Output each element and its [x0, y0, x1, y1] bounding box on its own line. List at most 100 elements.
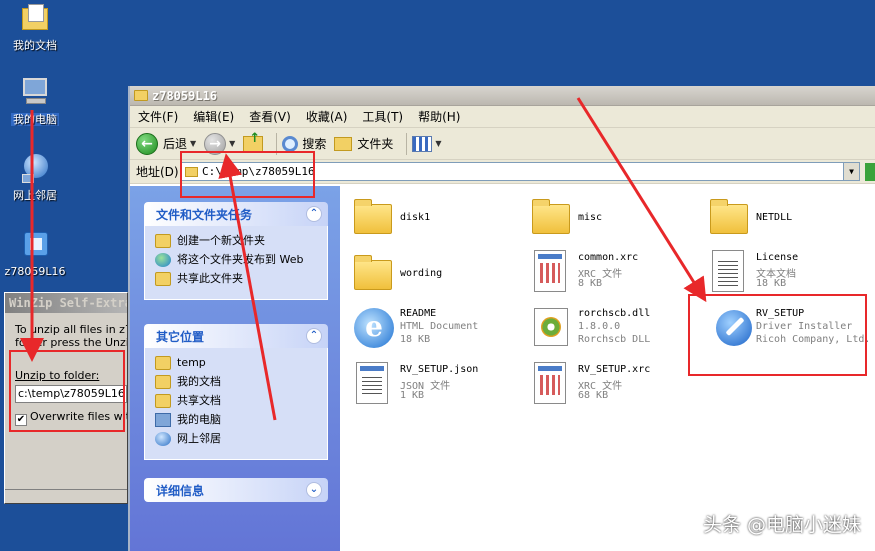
- folder-icon: [710, 199, 748, 234]
- file-name: common.xrc: [578, 252, 639, 263]
- file-item-license[interactable]: License 文本文档 18 KB: [706, 248, 875, 300]
- file-name: RV_SETUP.xrc: [578, 364, 651, 375]
- details-header[interactable]: 详细信息 ⌄: [144, 478, 328, 502]
- desktop-icon-label: 我的文档: [13, 39, 57, 52]
- file-name: rorchscb.dll: [578, 308, 651, 319]
- details-panel: 详细信息 ⌄: [144, 478, 328, 502]
- folder-icon: [354, 199, 392, 234]
- place-label: 网上邻居: [177, 432, 221, 445]
- other-places-body: temp 我的文档 共享文档 我的电脑 网上邻居: [144, 348, 328, 460]
- file-item-readme[interactable]: e README HTML Document 18 KB: [350, 304, 520, 356]
- place-shared-documents[interactable]: 共享文档: [155, 394, 317, 408]
- winzip-text-line-2: folder press the Unzip b: [15, 336, 127, 349]
- winzip-bottom-edge: [5, 489, 127, 501]
- up-folder-button[interactable]: ↑: [243, 131, 264, 152]
- desktop-icon-label: 网上邻居: [13, 189, 57, 202]
- views-grid-icon: [412, 135, 433, 152]
- menu-tools[interactable]: 工具(T): [362, 108, 403, 125]
- place-label: 我的文档: [177, 375, 221, 388]
- search-button[interactable]: 搜索: [282, 135, 326, 152]
- winzip-title: WinZip Self-Extra: [5, 293, 127, 313]
- place-network[interactable]: 网上邻居: [155, 432, 317, 446]
- task-new-folder[interactable]: 创建一个新文件夹: [155, 234, 317, 248]
- details-title: 详细信息: [156, 483, 205, 498]
- highlight-address-bar: [180, 151, 315, 198]
- folders-label: 文件夹: [357, 137, 394, 151]
- chevron-down-icon: ▼: [229, 139, 236, 148]
- collapse-chevron-icon[interactable]: ⌃: [306, 328, 322, 344]
- file-item-wording[interactable]: wording: [350, 254, 520, 306]
- desktop-icon-label: 我的电脑: [11, 113, 59, 126]
- xrc-file-icon: [534, 362, 566, 404]
- chevron-down-icon: ▼: [435, 139, 442, 148]
- file-tasks-header[interactable]: 文件和文件夹任务 ⌃: [144, 202, 328, 226]
- collapse-chevron-icon[interactable]: ⌃: [306, 206, 322, 222]
- file-item-common-xrc[interactable]: common.xrc XRC 文件 8 KB: [528, 248, 698, 300]
- task-share-folder[interactable]: 共享此文件夹: [155, 272, 317, 286]
- search-icon: [282, 135, 299, 152]
- file-item-rv-setup-xrc[interactable]: RV_SETUP.xrc XRC 文件 68 KB: [528, 360, 698, 412]
- new-folder-icon: [155, 234, 171, 248]
- chevron-down-icon[interactable]: ▼: [843, 163, 859, 180]
- place-my-documents[interactable]: 我的文档: [155, 375, 317, 389]
- file-size: 8 KB: [578, 278, 603, 289]
- file-name: NETDLL: [756, 212, 793, 223]
- place-my-computer[interactable]: 我的电脑: [155, 413, 317, 427]
- menu-view[interactable]: 查看(V): [249, 108, 291, 125]
- folder-icon: [532, 199, 570, 234]
- other-places-panel: 其它位置 ⌃ temp 我的文档 共享文档 我的电脑 网上邻居: [144, 324, 328, 460]
- toolbar-separator: [406, 132, 408, 155]
- place-temp[interactable]: temp: [155, 356, 317, 370]
- task-label: 将这个文件夹发布到 Web: [177, 253, 304, 266]
- other-places-header[interactable]: 其它位置 ⌃: [144, 324, 328, 348]
- file-description: Rorchscb DLL: [578, 334, 651, 345]
- desktop-icon-network-places[interactable]: 网上邻居: [0, 152, 70, 202]
- folder-icon: [354, 255, 392, 290]
- task-publish-web[interactable]: 将这个文件夹发布到 Web: [155, 253, 317, 267]
- file-name: RV_SETUP.json: [400, 364, 479, 375]
- installer-package-icon: [18, 228, 52, 262]
- file-item-netdll[interactable]: NETDLL: [706, 198, 875, 250]
- place-label: 我的电脑: [177, 413, 221, 426]
- up-folder-icon: ↑: [243, 131, 264, 152]
- highlight-rv-setup: [688, 294, 867, 376]
- folders-icon: [334, 136, 353, 151]
- menu-help[interactable]: 帮助(H): [418, 108, 460, 125]
- go-arrow-icon[interactable]: [865, 163, 875, 181]
- xrc-file-icon: [534, 250, 566, 292]
- desktop-icon-my-computer[interactable]: 我的电脑: [0, 76, 70, 126]
- title-bar[interactable]: z78059L16: [130, 86, 875, 106]
- desktop-icon-label: z78059L16: [4, 265, 66, 278]
- file-tasks-panel: 文件和文件夹任务 ⌃ 创建一个新文件夹 将这个文件夹发布到 Web 共享此文件夹: [144, 202, 328, 300]
- file-size: 18 KB: [756, 278, 787, 289]
- file-item-rv-setup-json[interactable]: RV_SETUP.json JSON 文件 1 KB: [350, 360, 520, 412]
- menu-file[interactable]: 文件(F): [138, 108, 178, 125]
- file-item-rorchscb-dll[interactable]: rorchscb.dll 1.8.0.0 Rorchscb DLL: [528, 304, 698, 356]
- file-size: 68 KB: [578, 390, 609, 401]
- views-button[interactable]: ▼: [412, 135, 442, 152]
- folders-button[interactable]: 文件夹: [334, 135, 393, 152]
- file-size: 18 KB: [400, 334, 431, 345]
- expand-chevron-icon[interactable]: ⌄: [306, 482, 322, 498]
- task-pane: 文件和文件夹任务 ⌃ 创建一个新文件夹 将这个文件夹发布到 Web 共享此文件夹: [130, 186, 340, 551]
- address-label: 地址(D): [136, 165, 179, 179]
- back-label: 后退: [163, 137, 188, 151]
- task-label: 创建一个新文件夹: [177, 234, 265, 247]
- file-size: 1 KB: [400, 390, 425, 401]
- publish-web-icon: [155, 253, 171, 267]
- file-item-disk1[interactable]: disk1: [350, 198, 520, 250]
- file-name: misc: [578, 212, 603, 223]
- file-tasks-title: 文件和文件夹任务: [156, 207, 253, 222]
- my-documents-icon: [155, 375, 171, 389]
- menu-bar: 文件(F) 编辑(E) 查看(V) 收藏(A) 工具(T) 帮助(H): [130, 106, 875, 128]
- file-type: HTML Document: [400, 321, 479, 332]
- desktop-icon-installer[interactable]: z78059L16: [0, 228, 70, 278]
- menu-edit[interactable]: 编辑(E): [193, 108, 234, 125]
- task-label: 共享此文件夹: [177, 272, 243, 285]
- watermark: 头条 @电脑小迷妹: [702, 514, 861, 536]
- my-computer-icon: [18, 76, 52, 110]
- folder-icon: [134, 90, 148, 101]
- file-item-misc[interactable]: misc: [528, 198, 698, 250]
- desktop-icon-my-documents[interactable]: 我的文档: [0, 2, 70, 52]
- menu-favorites[interactable]: 收藏(A): [306, 108, 348, 125]
